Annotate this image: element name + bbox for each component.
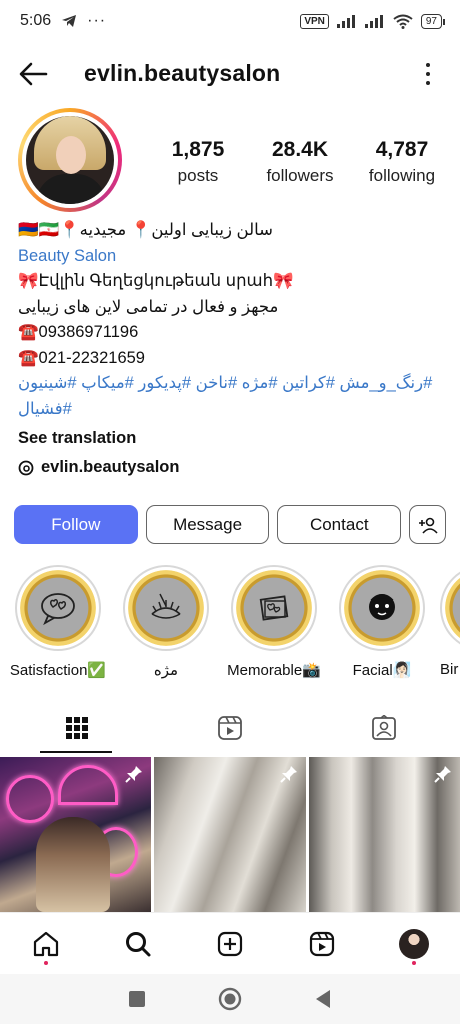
highlight-memorable[interactable]: Memorable📸 — [224, 565, 324, 679]
status-time: 5:06 — [20, 12, 52, 29]
home-icon — [33, 931, 59, 956]
tab-tagged[interactable] — [328, 705, 440, 751]
grid-icon — [66, 717, 88, 739]
back-arrow-icon — [19, 62, 48, 86]
profile-tabs — [0, 705, 460, 753]
home-notification-dot — [44, 960, 48, 965]
posts-grid — [0, 757, 460, 912]
bottom-navigation — [0, 912, 460, 974]
hearts-chat-icon — [41, 593, 75, 626]
reels-nav-icon — [309, 931, 335, 956]
tab-reels[interactable] — [174, 705, 286, 751]
suggested-users-button[interactable] — [409, 505, 447, 544]
profile-avatar[interactable] — [18, 108, 122, 212]
bio-phone-2[interactable]: ☎️021-22321659 — [18, 346, 444, 372]
vpn-badge: VPN — [300, 13, 329, 29]
create-post-icon — [217, 931, 243, 956]
profile-actions: Follow Message Contact — [14, 505, 447, 545]
pinned-icon — [280, 766, 297, 783]
bio-phone-1[interactable]: ☎️09386971196 — [18, 320, 444, 346]
story-highlights: Satisfaction✅ مژه Memorable📸 Facial🧖🏻‍♀️… — [0, 565, 460, 685]
profile-stats: 1,875 posts 28.4K followers 4,787 follow… — [150, 138, 450, 186]
highlight-satisfaction[interactable]: Satisfaction✅ — [8, 565, 108, 679]
signal-icon-2 — [364, 15, 383, 28]
bio-armenian-line: 🎀Էվլին Գեղեցկութեան սրահ🎀 — [18, 272, 294, 290]
following-count: 4,787 — [375, 138, 429, 161]
highlight-label: Memorable📸 — [227, 662, 321, 679]
nav-home[interactable] — [21, 919, 71, 969]
photo-hearts-icon — [259, 595, 289, 621]
highlight-label: Satisfaction✅ — [9, 662, 107, 679]
back-button[interactable] — [18, 60, 48, 88]
more-notifications-icon: ··· — [87, 12, 107, 29]
eyelash-icon — [151, 593, 181, 619]
threads-icon — [18, 460, 34, 475]
post-thumbnail[interactable] — [309, 757, 460, 912]
nav-profile[interactable] — [389, 919, 439, 969]
bio-name-line: 🇦🇲🇮🇷📍سالن زیبایی اولین📍 مجیدیه — [18, 221, 273, 239]
highlight-label: Bir — [440, 661, 459, 678]
highlight-label: Facial🧖🏻‍♀️ — [352, 662, 412, 679]
nav-create[interactable] — [205, 919, 255, 969]
contact-button[interactable]: Contact — [277, 505, 402, 544]
add-user-icon — [418, 517, 438, 534]
profile-notification-dot — [412, 960, 416, 965]
profile-thumbnail-icon — [399, 928, 429, 959]
post-thumbnail[interactable] — [0, 757, 151, 912]
posts-label: posts — [177, 166, 219, 185]
more-options-button[interactable] — [422, 61, 434, 87]
pinned-icon — [434, 766, 451, 783]
bio-hashtags-1[interactable]: #رنگ_و_مش #کراتین #مژه #ناخن #پدیکور #می… — [18, 371, 444, 397]
reels-icon — [218, 716, 242, 740]
stat-posts[interactable]: 1,875 posts — [150, 138, 246, 186]
profile-bio: 🇦🇲🇮🇷📍سالن زیبایی اولین📍 مجیدیه Beauty Sa… — [18, 218, 444, 452]
back-triangle-icon — [316, 990, 331, 1008]
stat-followers[interactable]: 28.4K followers — [252, 138, 348, 186]
system-navigation-bar — [0, 974, 460, 1024]
more-dot — [426, 72, 430, 76]
see-translation-link[interactable]: See translation — [18, 426, 444, 452]
follow-button[interactable]: Follow — [14, 505, 138, 544]
profile-username: evlin.beautysalon — [84, 60, 281, 86]
stat-following[interactable]: 4,787 following — [354, 138, 450, 186]
nav-reels[interactable] — [297, 919, 347, 969]
highlight-facial[interactable]: Facial🧖🏻‍♀️ — [332, 565, 432, 679]
threads-handle: evlin.beautysalon — [41, 458, 180, 476]
posts-count: 1,875 — [171, 138, 225, 161]
following-label: following — [368, 166, 436, 185]
signal-icon — [336, 15, 355, 28]
pinned-icon — [125, 766, 142, 783]
recents-button[interactable] — [119, 981, 155, 1017]
active-tab-indicator — [40, 751, 112, 753]
message-button[interactable]: Message — [145, 505, 270, 544]
bio-hashtags-2[interactable]: #فشیال — [18, 397, 444, 423]
followers-label: followers — [266, 166, 334, 185]
followers-count: 28.4K — [271, 138, 329, 161]
profile-header: evlin.beautysalon — [0, 52, 460, 96]
wifi-icon — [393, 14, 413, 29]
tab-posts-grid[interactable] — [21, 705, 133, 751]
back-system-button[interactable] — [305, 981, 341, 1017]
home-circle-icon — [218, 987, 242, 1011]
highlight-label: مژه — [153, 662, 179, 679]
post-thumbnail[interactable] — [154, 757, 306, 912]
face-mask-icon — [369, 594, 395, 620]
threads-link[interactable]: evlin.beautysalon — [18, 458, 179, 477]
highlight-partial[interactable]: Bir — [440, 565, 460, 678]
recents-icon — [128, 991, 145, 1007]
status-bar: 5:06 ··· VPN 97 — [0, 0, 460, 42]
bio-category[interactable]: Beauty Salon — [18, 244, 444, 270]
more-dot — [426, 81, 430, 85]
highlight-lashes[interactable]: مژه — [116, 565, 216, 679]
more-dot — [426, 63, 430, 67]
telegram-icon — [62, 15, 77, 27]
avatar-photo — [26, 116, 114, 204]
bio-persian-line: مجهز و فعال در تمامی لاین های زیبایی — [18, 297, 279, 316]
home-system-button[interactable] — [212, 981, 248, 1017]
tagged-icon — [372, 715, 396, 740]
nav-search[interactable] — [113, 919, 163, 969]
battery-indicator: 97 — [420, 13, 446, 29]
search-icon — [126, 931, 151, 956]
